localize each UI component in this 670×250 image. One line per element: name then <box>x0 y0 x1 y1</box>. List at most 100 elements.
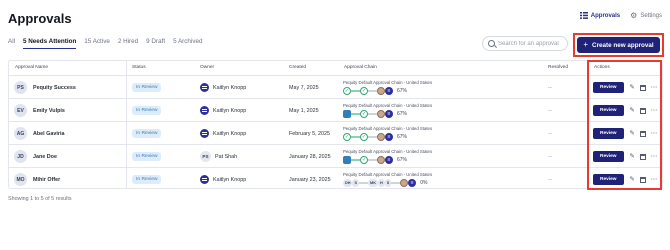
approval-chain[interactable]: Pequity Default Approval Chain - United … <box>343 168 432 191</box>
approver-logo-icon: ≡ <box>385 133 393 141</box>
search-input[interactable] <box>498 40 566 47</box>
avatar: PS <box>14 81 27 94</box>
check-icon: ✓ <box>360 87 368 95</box>
chain-link <box>351 113 360 115</box>
chain-link <box>351 90 360 92</box>
actions-column-highlight <box>587 60 662 190</box>
table-row[interactable]: PS Pequity Success In Review Kaitlyn Knop… <box>9 75 662 98</box>
chain-steps: ✓ ✓ ≡ 67% <box>343 87 407 95</box>
approver-avatar-icon <box>377 133 385 141</box>
owner-avatar: PS <box>200 151 211 162</box>
approver-avatar-icon <box>377 156 385 164</box>
approver-logo-icon: ≡ <box>385 156 393 164</box>
approval-chain[interactable]: Pequity Default Approval Chain - United … <box>343 76 432 99</box>
approval-chain[interactable]: Pequity Default Approval Chain - United … <box>343 145 432 168</box>
approver-chip: H <box>377 179 385 187</box>
approval-name[interactable]: Jane Doe <box>33 154 57 160</box>
approval-name[interactable]: Emily Vulpis <box>33 108 65 114</box>
owner-name: Kaitlyn Knopp <box>213 107 247 114</box>
chain-name: Pequity Default Approval Chain - United … <box>343 80 433 85</box>
tab-active[interactable]: 15 Active <box>84 38 110 49</box>
settings-nav-link[interactable]: ⚙ Settings <box>630 12 662 20</box>
resolved-value: -- <box>548 107 553 114</box>
owner-icon <box>200 106 209 115</box>
chain-steps: ✓ ≡ 67% <box>343 110 407 118</box>
approvals-nav-link[interactable]: Approvals <box>579 12 621 19</box>
created-date: January 28, 2025 <box>289 153 331 160</box>
status-badge: In Review <box>132 106 162 115</box>
column-header-owner[interactable]: Owner <box>200 61 214 75</box>
created-date: January 23, 2025 <box>289 176 331 183</box>
page-title: Approvals <box>8 11 72 26</box>
owner-icon <box>200 83 209 92</box>
tab-all[interactable]: All <box>8 38 15 49</box>
status-badge: In Review <box>132 175 162 184</box>
table-row[interactable]: MO Mihir Offer In Review Kaitlyn Knopp Ja… <box>9 167 662 190</box>
table-row[interactable]: JD Jane Doe In Review PS Pat Shah January … <box>9 144 662 167</box>
search-icon <box>488 40 495 47</box>
avatar: MO <box>14 173 27 186</box>
approver-logo-icon: ≡ <box>408 179 417 187</box>
owner-name: Pat Shah <box>215 153 238 160</box>
chain-steps: DH S MK H S ≡ 0% <box>343 179 427 187</box>
tab-draft[interactable]: 9 Draft <box>146 38 165 49</box>
grid-icon <box>579 12 588 19</box>
create-button-highlight: + Create new approval <box>573 33 664 57</box>
chain-link <box>368 113 377 115</box>
chain-name: Pequity Default Approval Chain - United … <box>343 126 433 131</box>
column-header-approval-name[interactable]: Approval Name <box>15 61 48 75</box>
column-header-approval-chain[interactable]: Approval Chain <box>344 61 377 75</box>
chain-progress: 67% <box>397 88 408 94</box>
status-badge: In Review <box>132 152 162 161</box>
create-button-label: Create new approval <box>592 41 654 49</box>
tab-hired[interactable]: 2 Hired <box>118 38 138 49</box>
chain-progress: 0% <box>420 180 428 186</box>
approver-avatar-icon <box>377 87 385 95</box>
chain-name: Pequity Default Approval Chain - United … <box>343 103 433 108</box>
status-badge: In Review <box>132 83 162 92</box>
check-icon: ✓ <box>343 87 351 95</box>
approval-name[interactable]: Mihir Offer <box>33 177 60 183</box>
chain-link <box>368 90 377 92</box>
approver-icon <box>343 110 351 118</box>
approval-chain[interactable]: Pequity Default Approval Chain - United … <box>343 99 432 122</box>
owner-icon <box>200 129 209 138</box>
created-date: February 5, 2025 <box>289 130 331 137</box>
resolved-value: -- <box>548 84 553 91</box>
approvals-table: Approval Name Status Owner Created Appro… <box>8 60 663 189</box>
approver-avatar-icon <box>400 179 409 187</box>
filter-tabs: All 5 Needs Attention 15 Active 2 Hired … <box>8 38 202 49</box>
table-row[interactable]: EV Emily Vulpis In Review Kaitlyn Knopp M… <box>9 98 662 121</box>
avatar: JD <box>14 150 27 163</box>
approval-name[interactable]: Pequity Success <box>33 85 76 91</box>
owner-icon <box>200 175 209 184</box>
chain-progress: 67% <box>397 111 408 117</box>
tab-needs-attention[interactable]: 5 Needs Attention <box>23 38 77 49</box>
column-header-status[interactable]: Status <box>132 61 146 75</box>
chain-link <box>359 182 369 184</box>
check-icon: ✓ <box>360 156 368 164</box>
status-badge: In Review <box>132 129 162 138</box>
approval-chain[interactable]: Pequity Default Approval Chain - United … <box>343 122 432 145</box>
search-box <box>482 36 568 51</box>
owner-name: Kaitlyn Knopp <box>213 84 247 91</box>
create-new-approval-button[interactable]: + Create new approval <box>577 37 660 53</box>
chain-link <box>368 159 377 161</box>
approver-chip: DH <box>343 179 353 187</box>
column-header-resolved[interactable]: Resolved <box>548 61 568 75</box>
avatar: EV <box>14 104 27 117</box>
approvals-nav-label: Approvals <box>590 12 621 19</box>
column-header-created[interactable]: Created <box>289 61 306 75</box>
avatar: AG <box>14 127 27 140</box>
plus-icon: + <box>583 40 589 49</box>
approval-name[interactable]: Abel Gaviria <box>33 131 64 137</box>
chain-link <box>351 136 360 138</box>
chain-link <box>391 182 401 184</box>
chain-progress: 67% <box>397 157 408 163</box>
owner-name: Kaitlyn Knopp <box>213 130 247 137</box>
approver-icon <box>343 156 351 164</box>
tab-archived[interactable]: 5 Archived <box>173 38 202 49</box>
created-date: May 1, 2025 <box>289 107 319 114</box>
chain-name: Pequity Default Approval Chain - United … <box>343 172 433 177</box>
table-row[interactable]: AG Abel Gaviria In Review Kaitlyn Knopp F… <box>9 121 662 144</box>
